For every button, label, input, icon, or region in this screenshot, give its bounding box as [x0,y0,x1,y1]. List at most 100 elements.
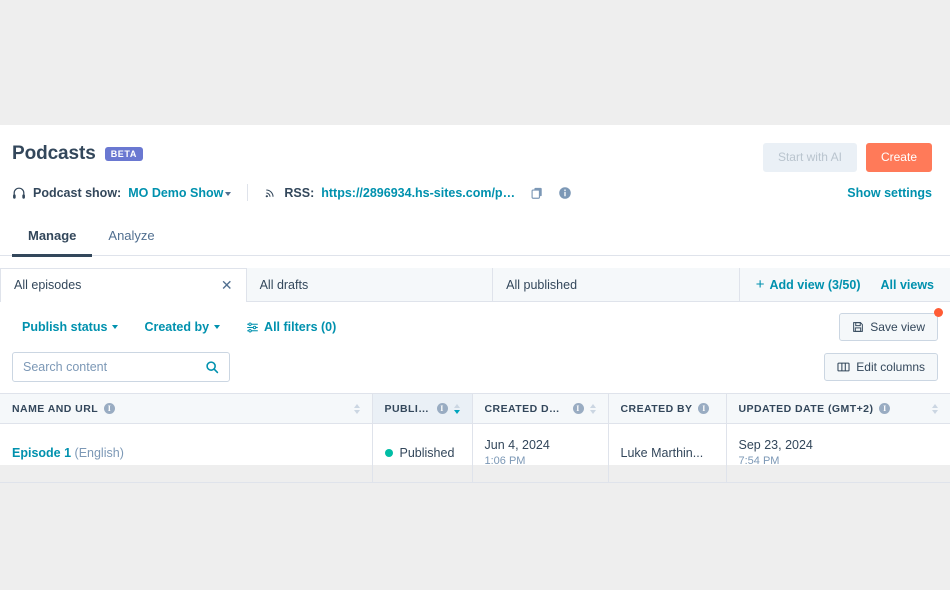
page-title: Podcasts [12,143,96,164]
view-bar-actions: + Add view (3/50) All views [740,268,950,301]
column-header-created-by[interactable]: CREATED BY i [608,393,727,425]
view-tab-label: All episodes [14,278,82,293]
updated-time-value: 7:54 PM [738,455,780,468]
view-tab-label: All published [506,277,578,292]
beta-badge: BETA [104,147,143,161]
created-time-value: 1:06 PM [484,455,526,468]
episode-language: (English) [74,446,124,461]
all-filters-label: All filters (0) [264,320,337,335]
save-view-wrapper: Save view [839,308,943,342]
podcast-meta-left: Podcast show: MO Demo Show RSS: https://… [12,184,840,202]
start-with-ai-button[interactable]: Start with AI [762,143,857,173]
created-by-filter-label: Created by [144,320,210,335]
cell-publish-status: Published [372,423,473,483]
info-icon[interactable] [558,186,572,200]
chevron-down-icon [112,324,119,329]
table-row[interactable]: Episode 1 (English) Published Jun 4, 202… [0,423,950,483]
view-tab-all-episodes[interactable]: All episodes ✕ [0,268,247,303]
cell-created-date: Jun 4, 2024 1:06 PM [472,423,609,483]
status-dot-icon [384,449,393,458]
view-tab-all-published[interactable]: All published [493,268,740,302]
table-header: NAME AND URL i PUBLISH ST... i [0,393,950,425]
sort-toggle[interactable] [353,403,360,414]
search-row: Edit columns [0,352,950,393]
save-view-button[interactable]: Save view [839,313,938,342]
all-filters-button[interactable]: All filters (0) [246,320,336,334]
tab-analyze[interactable]: Analyze [92,224,170,257]
headphones-icon [12,186,26,200]
sort-descending-icon [932,409,938,414]
sort-ascending-icon [932,403,938,408]
title-group: Podcasts BETA [12,143,143,165]
sort-descending-icon [589,409,596,414]
show-settings-link[interactable]: Show settings [847,186,932,200]
header-actions: Start with AI Create [762,143,932,173]
copy-icon[interactable] [530,186,544,200]
cell-name-and-url: Episode 1 (English) [0,423,373,483]
column-label: UPDATED DATE (GMT+2) [738,402,874,415]
column-label: PUBLISH ST... [384,402,431,415]
publish-status-filter[interactable]: Publish status [22,320,119,335]
sort-ascending-icon [589,403,596,408]
page-bottom-background [0,465,950,590]
info-icon[interactable]: i [879,403,891,415]
tab-manage[interactable]: Manage [12,224,93,258]
status-badge: Published [384,446,460,461]
save-disk-icon [852,321,864,333]
rss-label: RSS: [284,185,315,200]
podcast-show-label: Podcast show: [33,185,122,200]
info-icon[interactable]: i [436,403,448,415]
sort-toggle[interactable] [453,403,460,414]
column-header-updated-date[interactable]: UPDATED DATE (GMT+2) i [726,393,950,425]
status-label: Published [399,446,455,461]
cell-created-by: Luke Marthin... [608,423,727,483]
sort-toggle[interactable] [589,403,596,414]
sort-descending-icon [453,409,460,414]
column-header-name-and-url[interactable]: NAME AND URL i [0,393,373,425]
info-icon[interactable]: i [698,403,710,415]
table-body: Episode 1 (English) Published Jun 4, 202… [0,423,950,483]
sort-ascending-icon [453,403,460,408]
add-view-button[interactable]: + Add view (3/50) [756,277,861,292]
info-icon[interactable]: i [572,403,584,415]
column-header-publish-status[interactable]: PUBLISH ST... i [372,393,473,425]
podcast-show-name: MO Demo Show [128,185,224,200]
edit-columns-button[interactable]: Edit columns [824,353,938,382]
save-view-label: Save view [870,320,925,335]
plus-icon: + [755,276,765,294]
chevron-down-icon [225,191,232,196]
search-input[interactable] [23,360,205,375]
create-button[interactable]: Create [865,143,932,173]
info-icon[interactable]: i [104,403,116,415]
column-header-created-date[interactable]: CREATED DATE (... i [472,393,609,425]
created-by-filter[interactable]: Created by [144,320,221,335]
publish-status-filter-label: Publish status [22,320,108,335]
chevron-down-icon [214,324,221,329]
episode-link[interactable]: Episode 1 [12,446,71,460]
search-box[interactable] [12,352,230,383]
sort-descending-icon [353,409,360,414]
filter-sliders-icon [246,321,259,334]
view-tab-label: All drafts [259,277,309,292]
sort-toggle[interactable] [932,403,938,414]
podcast-meta-row: Podcast show: MO Demo Show RSS: https://… [0,172,950,202]
page-header: Podcasts BETA Start with AI Create [0,125,950,173]
edit-columns-label: Edit columns [856,360,925,375]
all-views-link[interactable]: All views [881,278,935,292]
view-tab-all-drafts[interactable]: All drafts [247,268,494,302]
main-nav-tabs: Manage Analyze [0,209,950,258]
created-date-value: Jun 4, 2024 [484,438,550,453]
add-view-label: Add view (3/50) [769,277,861,292]
search-icon[interactable] [205,360,219,374]
close-icon[interactable]: ✕ [221,278,233,292]
podcast-show-selector[interactable]: MO Demo Show [128,185,232,200]
cell-updated-date: Sep 23, 2024 7:54 PM [726,423,950,483]
column-label: NAME AND URL [12,402,99,415]
columns-icon [837,361,850,373]
rss-url-link[interactable]: https://2896934.hs-sites.com/podcast... [321,186,517,200]
column-label: CREATED BY [620,402,693,415]
page-top-background [0,0,950,125]
column-label: CREATED DATE (... [484,402,567,415]
podcasts-app-surface: Podcasts BETA Start with AI Create Podca… [0,125,950,483]
table-header-row: NAME AND URL i PUBLISH ST... i [0,393,950,425]
